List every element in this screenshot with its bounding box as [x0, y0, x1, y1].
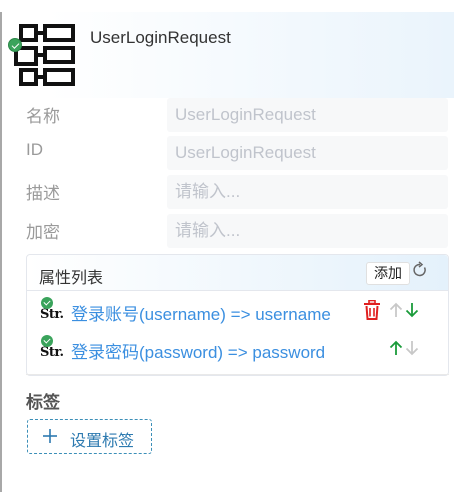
- status-check-icon: [8, 38, 22, 52]
- string-type-badge: Str.: [40, 307, 64, 322]
- string-type-icon: Str.: [40, 335, 64, 361]
- set-tags-button[interactable]: 设置标签: [27, 419, 152, 454]
- page-title: UserLoginRequest: [90, 28, 231, 47]
- id-input[interactable]: [167, 136, 448, 170]
- add-attribute-button[interactable]: 添加: [366, 262, 410, 285]
- move-down-icon[interactable]: [403, 300, 421, 320]
- check-icon: [41, 297, 53, 309]
- attribute-list-header: 属性列表 添加: [27, 255, 448, 291]
- delete-icon[interactable]: [363, 300, 381, 320]
- name-input[interactable]: [167, 98, 448, 132]
- attribute-list-title: 属性列表: [39, 270, 104, 287]
- attribute-row: Str. 登录密码(password) => password: [27, 331, 448, 365]
- check-icon: [41, 335, 53, 347]
- attribute-row: Str. 登录账号(username) => username: [27, 293, 448, 327]
- form-row-id: ID: [26, 136, 448, 170]
- move-down-icon: [405, 341, 419, 356]
- attribute-link[interactable]: 登录账号(username) => username: [71, 300, 331, 325]
- encrypt-input[interactable]: [167, 214, 448, 248]
- string-type-badge: Str.: [40, 345, 64, 360]
- set-tags-label: 设置标签: [70, 433, 135, 450]
- description-input[interactable]: [167, 175, 448, 209]
- tags-title: 标签: [26, 393, 60, 412]
- plus-icon: [43, 429, 57, 443]
- detail-panel: UserLoginRequest 名称 ID 描述 加密 属性列表 添加 Str…: [0, 12, 454, 492]
- string-type-icon: Str.: [40, 297, 64, 323]
- id-label: ID: [26, 140, 43, 159]
- refresh-icon[interactable]: [411, 261, 429, 279]
- description-label: 描述: [26, 184, 60, 203]
- panel-header: UserLoginRequest: [2, 12, 454, 98]
- encrypt-label: 加密: [26, 223, 60, 242]
- model-struct-icon: [14, 24, 75, 86]
- attribute-list-card: 属性列表 添加 Str. 登录账号(username) => username: [26, 254, 449, 376]
- form-row-name: 名称: [26, 98, 448, 132]
- name-label: 名称: [26, 107, 60, 126]
- section-divider: [26, 374, 449, 375]
- form-row-encrypt: 加密: [26, 214, 448, 248]
- attribute-link[interactable]: 登录密码(password) => password: [71, 338, 325, 363]
- form-row-description: 描述: [26, 175, 448, 209]
